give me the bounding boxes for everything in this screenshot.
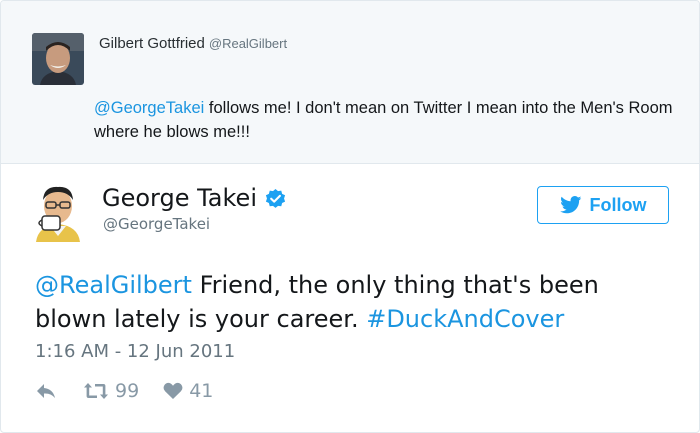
quoted-handle[interactable]: @RealGilbert [209,36,287,51]
twitter-bird-icon [559,196,581,214]
retweet-icon [84,383,108,399]
like-count: 41 [189,380,214,402]
like-button[interactable]: 41 [163,380,213,402]
follow-label: Follow [589,194,647,215]
retweet-count: 99 [115,380,140,402]
quoted-mention-link[interactable]: @GeorgeTakei [94,99,204,117]
heart-icon [163,382,183,399]
quoted-header: Gilbert Gottfried @RealGilbert [99,35,287,52]
reply-button[interactable] [35,382,57,400]
tweet-text: @RealGilbert Friend, the only thing that… [35,268,675,336]
tweet-mention-link[interactable]: @RealGilbert [35,271,192,299]
quoted-tweet[interactable]: Gilbert Gottfried @RealGilbert @GeorgeTak… [1,1,699,164]
verified-badge-icon [265,188,286,208]
quoted-display-name[interactable]: Gilbert Gottfried [99,35,205,52]
tweet-actions: 99 41 [35,377,213,405]
quoted-avatar[interactable] [32,33,84,85]
quoted-tweet-text: @GeorgeTakei follows me! I don't mean on… [94,96,684,144]
tweet-timestamp[interactable]: 1:16 AM - 12 Jun 2011 [35,341,235,362]
reply-icon [37,384,55,398]
author-avatar[interactable] [28,182,88,242]
author-display-name[interactable]: George Takei [102,184,257,212]
retweet-button[interactable]: 99 [83,380,139,402]
follow-button[interactable]: Follow [537,186,669,224]
tweet-card: Gilbert Gottfried @RealGilbert @GeorgeTak… [0,0,700,433]
author-handle[interactable]: @GeorgeTakei [103,215,210,233]
hashtag-link[interactable]: #DuckAndCover [366,305,564,333]
